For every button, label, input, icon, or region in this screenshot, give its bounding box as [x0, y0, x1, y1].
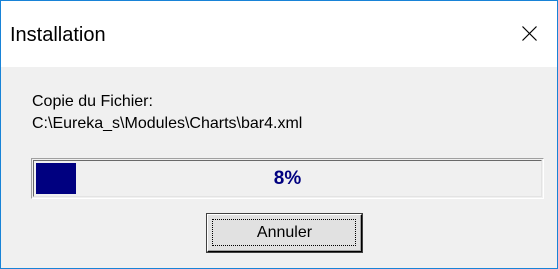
dialog-body: Copie du Fichier: C:\Eureka_s\Modules\Ch… [1, 67, 557, 268]
cancel-button[interactable]: Annuler [207, 214, 362, 252]
copy-status-label: Copie du Fichier: [32, 93, 153, 110]
file-path-text: C:\Eureka_s\Modules\Charts\bar4.xml [32, 115, 303, 132]
installation-dialog: Installation Copie du Fichier: C:\Eureka… [0, 0, 558, 269]
progress-percent-label: 8% [273, 168, 302, 189]
progress-bar: 8% [31, 158, 544, 199]
window-title: Installation [10, 24, 106, 46]
close-icon [522, 26, 537, 41]
progress-track: 8% [33, 160, 542, 197]
close-button[interactable] [501, 1, 557, 67]
cancel-button-label: Annuler [256, 224, 313, 241]
title-bar[interactable]: Installation [1, 1, 557, 67]
